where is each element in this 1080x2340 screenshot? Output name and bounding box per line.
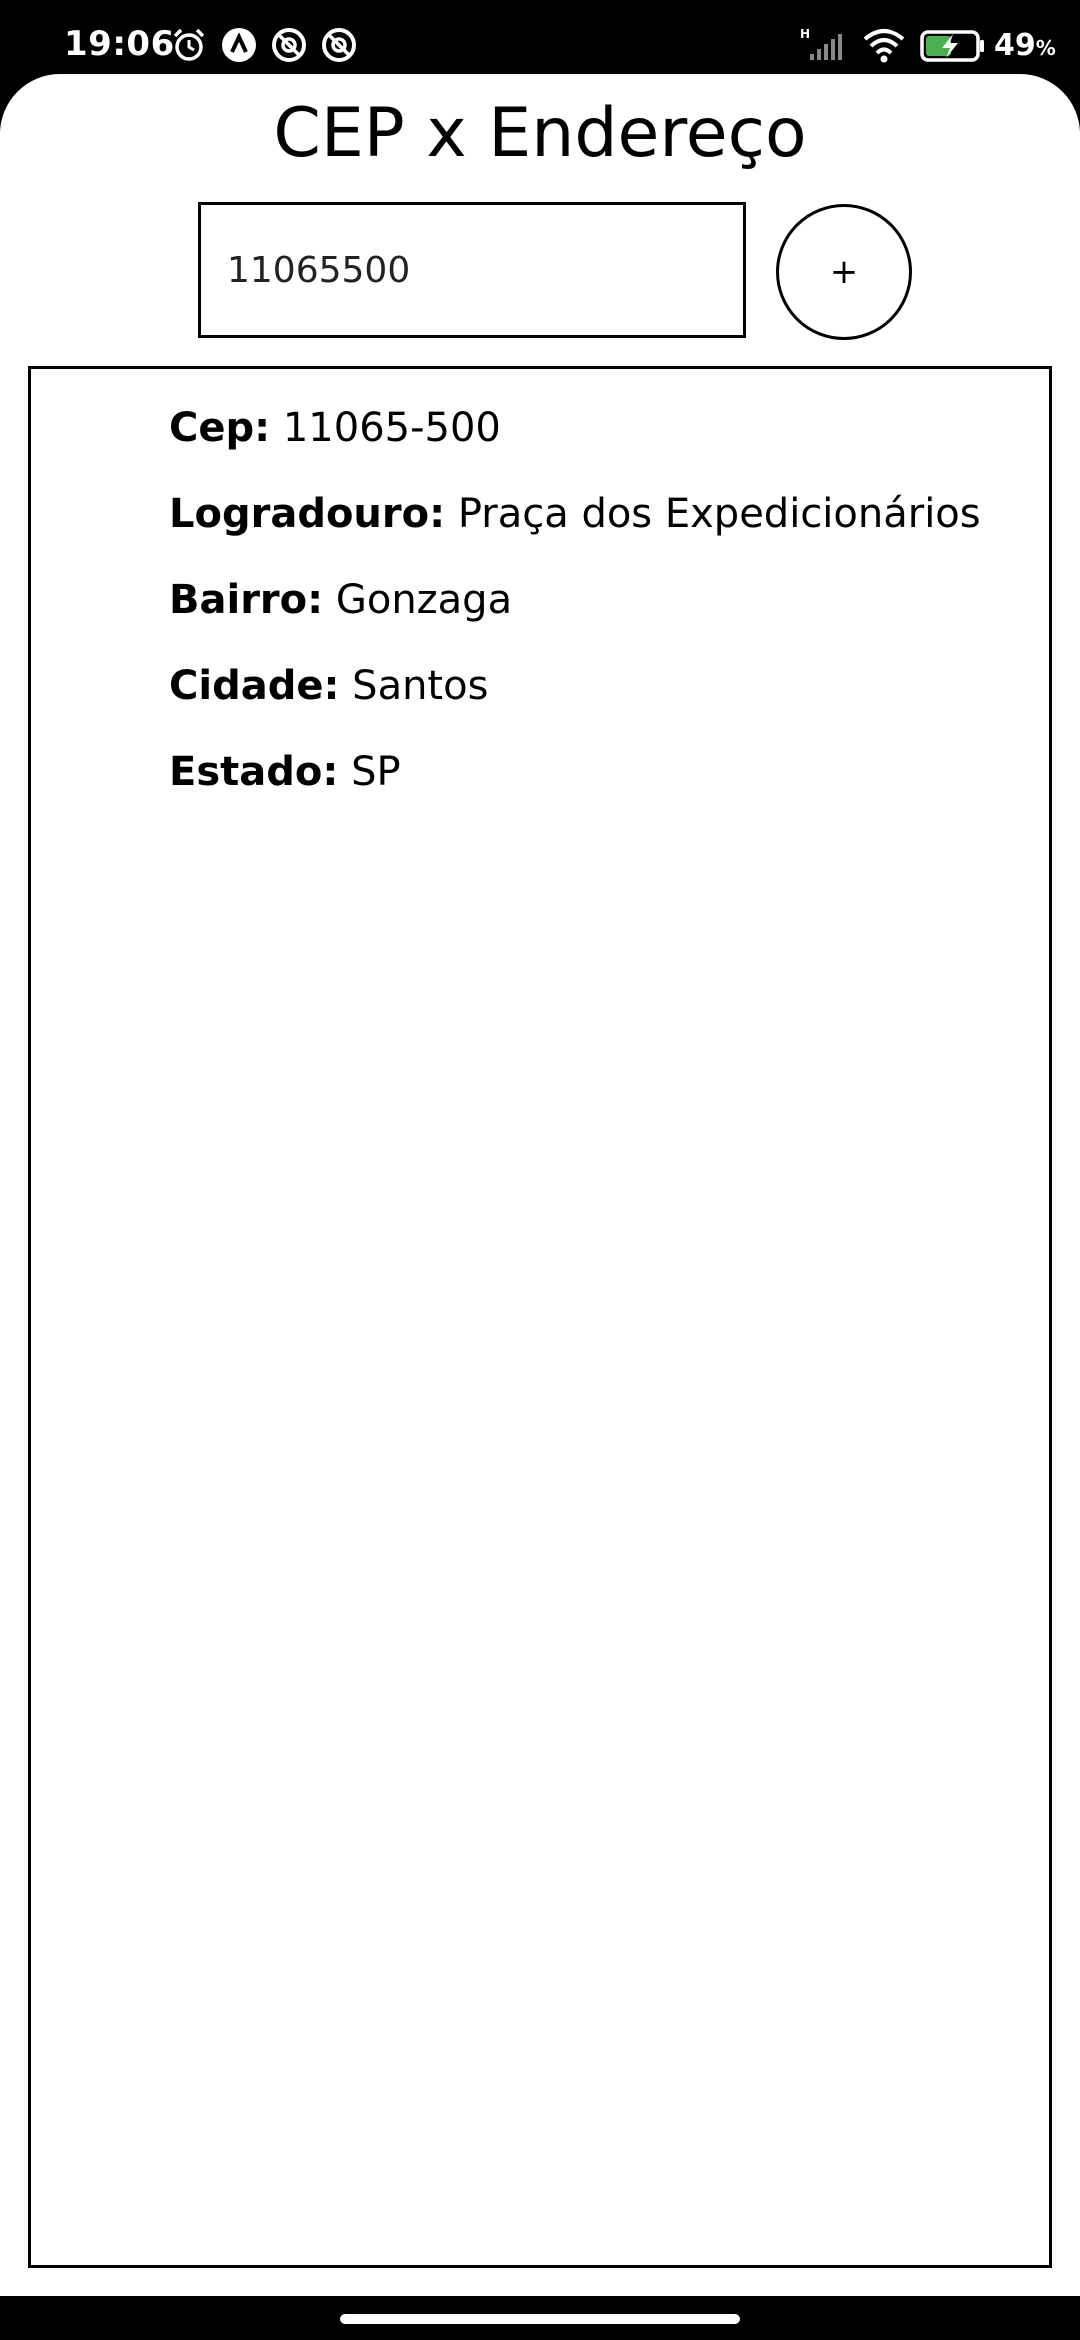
estado-value: SP bbox=[351, 749, 401, 795]
logradouro-label: Logradouro: bbox=[169, 491, 446, 537]
app-notification-icon bbox=[320, 26, 358, 64]
cidade-label: Cidade: bbox=[169, 663, 340, 709]
address-result-panel: Cep: 11065-500 Logradouro: Praça dos Exp… bbox=[28, 366, 1052, 2268]
navigation-bar bbox=[0, 2296, 1080, 2340]
alarm-icon bbox=[170, 26, 208, 64]
status-time: 19:06 bbox=[64, 24, 175, 64]
result-estado: Estado: SP bbox=[169, 749, 401, 795]
bairro-label: Bairro: bbox=[169, 577, 324, 623]
wifi-icon bbox=[862, 26, 906, 64]
cep-value: 11065-500 bbox=[282, 405, 501, 451]
logradouro-value: Praça dos Expedicionários bbox=[457, 491, 981, 537]
app-notification-icon bbox=[220, 26, 258, 64]
bairro-value: Gonzaga bbox=[335, 577, 513, 623]
home-gesture-handle[interactable] bbox=[340, 2314, 740, 2324]
estado-label: Estado: bbox=[169, 749, 339, 795]
app-screen: CEP x Endereço + Cep: 11065-500 Logradou… bbox=[0, 74, 1080, 2296]
result-cep: Cep: 11065-500 bbox=[169, 405, 501, 451]
battery-percent: 49% bbox=[994, 28, 1056, 63]
result-bairro: Bairro: Gonzaga bbox=[169, 577, 512, 623]
result-logradouro: Logradouro: Praça dos Expedicionários bbox=[169, 491, 981, 537]
battery-charging-icon bbox=[920, 26, 986, 64]
page-title: CEP x Endereço bbox=[273, 94, 807, 173]
result-cidade: Cidade: Santos bbox=[169, 663, 488, 709]
cidade-value: Santos bbox=[352, 663, 489, 709]
app-notification-icon bbox=[270, 26, 308, 64]
add-button[interactable]: + bbox=[776, 204, 912, 340]
signal-icon: H bbox=[800, 26, 848, 64]
network-type-label: H bbox=[800, 27, 810, 41]
cep-input[interactable] bbox=[198, 202, 746, 338]
cep-label: Cep: bbox=[169, 405, 271, 451]
